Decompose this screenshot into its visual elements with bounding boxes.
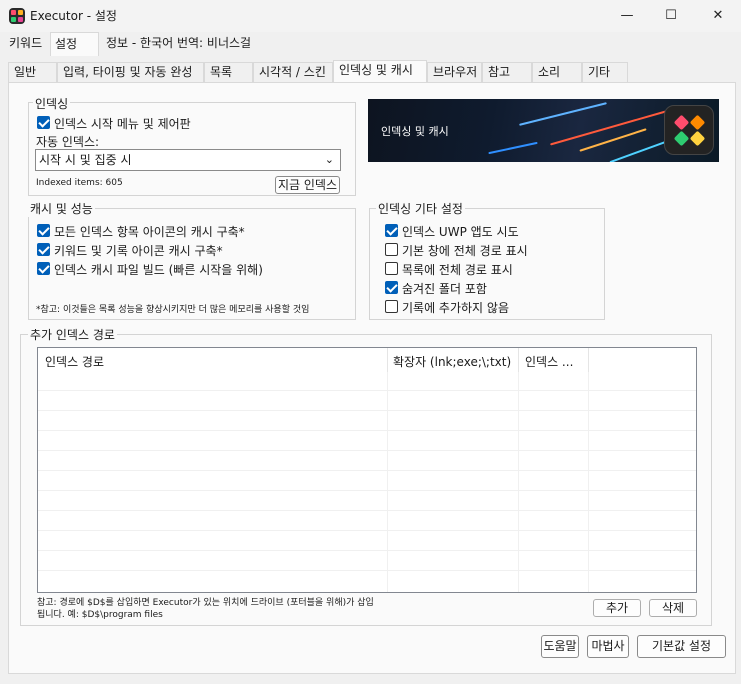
start-menu-label: 인덱스 시작 메뉴 및 제어판 — [54, 117, 191, 131]
auto-index-select[interactable]: 시작 시 및 집중 시 ⌄ — [35, 149, 341, 171]
indexed-items-count: Indexed items: 605 — [36, 178, 123, 188]
paths-note-line2: 됩니다. 예: $D$\program files — [37, 610, 163, 620]
grid-line — [38, 550, 696, 551]
minimize-button[interactable]: — — [604, 0, 650, 32]
hidden-folders-checkbox[interactable] — [385, 281, 398, 294]
paths-group-title: 추가 인덱스 경로 — [28, 326, 117, 343]
wizard-button[interactable]: 마법사 — [587, 635, 629, 658]
column-header-path[interactable]: 인덱스 경로 — [45, 353, 104, 370]
grid-line — [38, 450, 696, 451]
list-fullpath-checkbox[interactable] — [385, 262, 398, 275]
add-path-button[interactable]: 추가 — [593, 599, 641, 617]
grid-line — [387, 372, 388, 592]
cache-group-title: 캐시 및 성능 — [28, 200, 95, 217]
subtab-notes[interactable]: 참고 — [482, 62, 532, 82]
close-button[interactable]: ✕ — [695, 0, 741, 32]
subtab-indexing[interactable]: 인덱싱 및 캐시 — [333, 60, 427, 83]
cache-icons-checkbox[interactable] — [37, 224, 50, 237]
auto-index-value: 시작 시 및 집중 시 — [39, 153, 132, 167]
keyword-icons-checkbox[interactable] — [37, 243, 50, 256]
no-history-checkbox[interactable] — [385, 300, 398, 313]
grid-line — [38, 530, 696, 531]
delete-path-button[interactable]: 삭제 — [649, 599, 697, 617]
paths-listview[interactable]: 인덱스 경로 확장자 (lnk;exe;\;txt) 인덱스 ... — [37, 347, 697, 593]
subtab-misc[interactable]: 기타 — [582, 62, 628, 82]
banner-title: 인덱싱 및 캐시 — [381, 125, 449, 138]
help-button[interactable]: 도움말 — [541, 635, 579, 658]
cache-file-checkbox[interactable] — [37, 262, 50, 275]
banner-image: 인덱싱 및 캐시 — [368, 99, 719, 162]
start-menu-checkbox[interactable] — [37, 116, 50, 129]
cache-icons-label: 모든 인덱스 항목 아이콘의 캐시 구축* — [54, 225, 245, 239]
cache-file-label: 인덱스 캐시 파일 빌드 (빠른 시작을 위해) — [54, 263, 263, 277]
subtab-general[interactable]: 일반 — [8, 62, 57, 82]
grid-line — [38, 430, 696, 431]
grid-line — [38, 470, 696, 471]
column-divider[interactable] — [387, 348, 388, 372]
grid-line — [38, 410, 696, 411]
main-fullpath-label: 기본 창에 전체 경로 표시 — [402, 244, 528, 258]
uwp-checkbox[interactable] — [385, 224, 398, 237]
indexing-group-title: 인덱싱 — [33, 95, 71, 112]
column-header-index[interactable]: 인덱스 ... — [525, 353, 573, 370]
auto-index-label: 자동 인덱스: — [36, 135, 100, 149]
executor-app-icon — [9, 8, 25, 24]
tab-settings[interactable]: 설정 — [50, 32, 99, 56]
grid-line — [518, 372, 519, 592]
maximize-button[interactable]: ☐ — [648, 0, 694, 32]
subtab-input[interactable]: 입력, 타이핑 및 자동 완성 — [57, 62, 204, 82]
index-now-button[interactable]: 지금 인덱스 — [275, 176, 340, 194]
no-history-label: 기록에 추가하지 않음 — [402, 301, 509, 315]
misc-group-title: 인덱싱 기타 설정 — [376, 200, 465, 217]
main-fullpath-checkbox[interactable] — [385, 243, 398, 256]
uwp-label: 인덱스 UWP 앱도 시도 — [402, 225, 519, 239]
defaults-button[interactable]: 기본값 설정 — [637, 635, 726, 658]
window-title: Executor - 설정 — [30, 9, 117, 23]
grid-line — [38, 570, 696, 571]
subtab-browser[interactable]: 브라우저 — [427, 62, 482, 82]
column-header-extensions[interactable]: 확장자 (lnk;exe;\;txt) — [393, 353, 511, 370]
keyword-icons-label: 키워드 및 기록 아이콘 캐시 구축* — [54, 244, 223, 258]
subtab-visual[interactable]: 시각적 / 스킨 — [253, 62, 333, 82]
hidden-folders-label: 숨겨진 폴더 포함 — [402, 282, 487, 296]
column-divider[interactable] — [588, 348, 589, 372]
grid-line — [38, 390, 696, 391]
executor-logo — [664, 105, 714, 155]
grid-line — [38, 490, 696, 491]
list-fullpath-label: 목록에 전체 경로 표시 — [402, 263, 513, 277]
subtab-sound[interactable]: 소리 — [532, 62, 582, 82]
cache-note: *참고: 이것들은 목록 성능을 향상시키지만 더 많은 메모리를 사용할 것임 — [36, 305, 310, 315]
subtab-list[interactable]: 목록 — [204, 62, 253, 82]
tab-info[interactable]: 정보 - 한국어 번역: 비너스걸 — [102, 32, 255, 56]
column-divider[interactable] — [518, 348, 519, 372]
tab-keywords[interactable]: 키워드 — [5, 32, 46, 56]
grid-line — [588, 372, 589, 592]
chevron-down-icon: ⌄ — [324, 153, 334, 166]
grid-line — [38, 510, 696, 511]
